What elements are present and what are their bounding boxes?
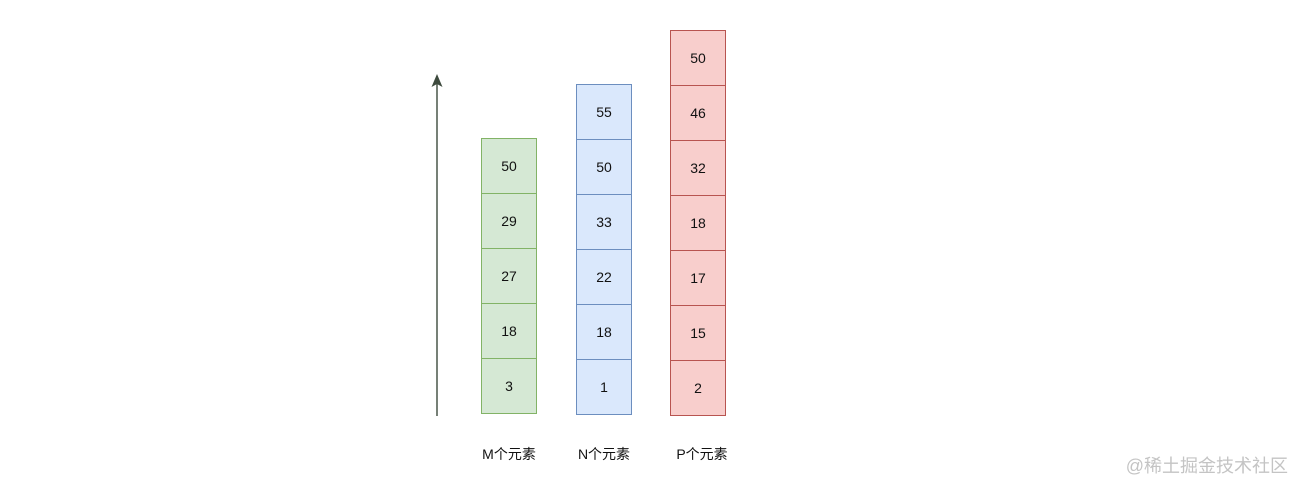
watermark: @稀土掘金技术社区 [1125,456,1288,476]
column-p-cell: 46 [670,85,726,141]
column-n-cell: 33 [576,194,632,250]
column-n-cell: 22 [576,249,632,305]
column-p: 2 15 17 18 32 46 50 [670,30,726,416]
column-m-cell: 18 [481,303,537,359]
column-p-cell: 15 [670,305,726,361]
column-m-cell: 29 [481,193,537,249]
column-n-cell: 18 [576,304,632,360]
column-p-cell: 17 [670,250,726,306]
column-n-caption: N个元素 [577,446,631,462]
column-m-cell: 3 [481,358,537,414]
column-n: 1 18 22 33 50 55 [576,84,632,415]
column-m-cell: 27 [481,248,537,304]
column-m: 3 18 27 29 50 [481,138,537,414]
column-p-caption: P个元素 [676,446,728,462]
column-p-cell: 50 [670,30,726,86]
column-n-cell: 55 [576,84,632,140]
column-m-caption: M个元素 [482,446,536,462]
column-p-cell: 2 [670,360,726,416]
column-n-cell: 50 [576,139,632,195]
column-m-cell: 50 [481,138,537,194]
sorted-arrays-diagram: 3 18 27 29 50 1 18 22 33 50 55 2 15 17 18 32 46 50 M个元素… [0,0,1304,496]
column-p-cell: 32 [670,140,726,196]
ascending-arrow [431,74,443,416]
column-p-cell: 18 [670,195,726,251]
column-n-cell: 1 [576,359,632,415]
